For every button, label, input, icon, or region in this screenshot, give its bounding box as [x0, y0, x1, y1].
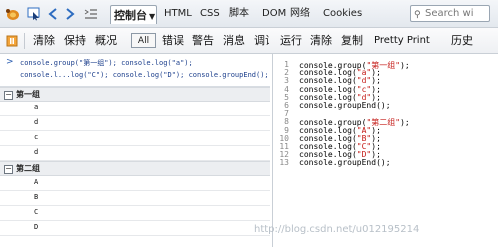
log-row: B: [0, 191, 270, 206]
filter-debug[interactable]: 调试信息: [254, 28, 269, 54]
tab-dom[interactable]: DOM: [262, 0, 286, 28]
tab-console[interactable]: 控制台 ▼: [110, 5, 157, 24]
run-button[interactable]: 运行: [280, 28, 302, 54]
log-value: C: [34, 208, 39, 216]
back-icon[interactable]: [46, 6, 60, 22]
list-icon[interactable]: [83, 6, 99, 22]
clear-editor-button[interactable]: 清除: [310, 28, 332, 54]
collapse-icon[interactable]: −: [4, 165, 13, 174]
group-header[interactable]: − 第二组: [0, 161, 270, 176]
log-value: B: [34, 193, 39, 201]
log-value: d: [34, 118, 39, 126]
log-row: d: [0, 146, 270, 161]
chevron-down-icon: ▼: [149, 12, 156, 21]
group-label: 第一组: [16, 90, 40, 99]
log-value: d: [34, 148, 39, 156]
inspect-icon[interactable]: [26, 6, 42, 22]
pretty-print-button[interactable]: Pretty Print: [374, 28, 430, 54]
filter-info[interactable]: 消息: [223, 28, 245, 54]
filter-warnings[interactable]: 警告: [192, 28, 214, 54]
search-placeholder: Search wi: [425, 8, 474, 19]
code-token: console.groupEnd();: [299, 101, 391, 110]
log-row: D: [0, 221, 270, 236]
command-line: console.group("第一组"); console.log("a");: [20, 59, 193, 67]
copy-button[interactable]: 复制: [341, 28, 363, 54]
forward-icon[interactable]: [63, 6, 77, 22]
code-token: );: [400, 118, 410, 128]
log-value: D: [34, 223, 39, 231]
toolbar-divider: [24, 33, 25, 49]
history-button[interactable]: 历史: [451, 28, 473, 54]
log-row: C: [0, 206, 270, 221]
command-echo: > console.group("第一组"); console.log("a")…: [0, 54, 270, 87]
code-token: );: [400, 61, 410, 70]
group-header[interactable]: − 第一组: [0, 87, 270, 102]
prompt-icon: >: [6, 57, 14, 67]
firebug-icon[interactable]: [4, 6, 20, 22]
pause-icon[interactable]: [5, 34, 19, 48]
code-text: console.groupEnd();: [299, 101, 391, 110]
log-row: a: [0, 101, 270, 116]
tab-css[interactable]: CSS: [200, 0, 220, 28]
tab-html[interactable]: HTML: [164, 0, 192, 28]
group-label: 第二组: [16, 164, 40, 173]
search-icon: ⚲: [414, 10, 421, 20]
tab-cookies[interactable]: Cookies: [323, 0, 362, 28]
log-value: c: [34, 133, 39, 141]
command-editor[interactable]: 1 console.group("第一组"); 2 console.log("a");…: [272, 54, 498, 247]
persist-button[interactable]: 保持: [64, 28, 86, 54]
search-input[interactable]: ⚲ Search wi: [410, 5, 490, 22]
main-toolbar: 控制台 ▼ HTML CSS 脚本 DOM 网络 Cookies ⚲ Search…: [0, 0, 498, 28]
profile-button[interactable]: 概况: [95, 28, 117, 54]
code-token: console.groupEnd();: [299, 158, 391, 168]
collapse-icon[interactable]: −: [4, 91, 13, 100]
console-output-panel: > console.group("第一组"); console.log("a")…: [0, 54, 270, 247]
watermark-text: http://blog.csdn.net/u012195214: [254, 224, 420, 235]
log-value: a: [34, 103, 39, 111]
log-value: A: [34, 178, 39, 186]
clear-button[interactable]: 清除: [33, 28, 55, 54]
filter-all-button[interactable]: All: [131, 33, 156, 48]
tab-script[interactable]: 脚本: [229, 0, 249, 28]
code-text: console.groupEnd();: [299, 158, 391, 167]
console-toolbar: 清除 保持 概况 All 错误 警告 消息 调试信息 运行 清除 复制 Pret…: [0, 28, 498, 54]
line-number: 13: [279, 158, 289, 168]
log-row: A: [0, 176, 270, 191]
tab-network[interactable]: 网络: [290, 0, 310, 28]
log-row: d: [0, 116, 270, 131]
filter-errors[interactable]: 错误: [162, 28, 184, 54]
command-line: console.l...log("C"); console.log("D"); …: [20, 71, 269, 79]
log-row: c: [0, 131, 270, 146]
